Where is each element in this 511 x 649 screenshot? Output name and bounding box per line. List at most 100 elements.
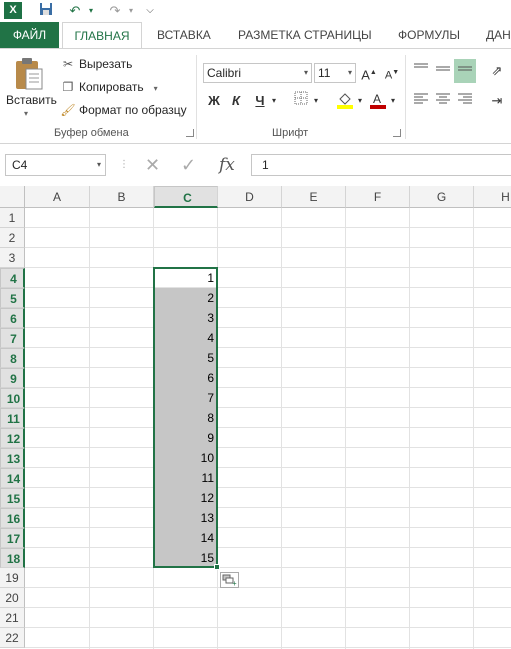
tab-home[interactable]: ГЛАВНАЯ — [62, 22, 142, 49]
autofill-options-icon[interactable]: + — [220, 572, 239, 588]
row-header-9[interactable]: 9 — [0, 368, 25, 388]
cell-c8[interactable]: 5 — [155, 348, 217, 368]
row-header-11[interactable]: 11 — [0, 408, 25, 428]
select-all-corner[interactable] — [0, 186, 25, 208]
cell-c9[interactable]: 6 — [155, 368, 217, 388]
cell-c6[interactable]: 3 — [155, 308, 217, 328]
shrink-font-button[interactable]: A▼ — [383, 63, 401, 83]
font-size-select[interactable]: 11 ▾ — [314, 63, 356, 83]
fill-color-dropdown-icon[interactable]: ▾ — [356, 91, 364, 111]
row-header-10[interactable]: 10 — [0, 388, 25, 408]
tab-formulas[interactable]: ФОРМУЛЫ — [398, 22, 460, 48]
cell-c4[interactable]: 1 — [155, 268, 217, 288]
paste-icon[interactable] — [14, 57, 44, 93]
column-header-c[interactable]: C — [154, 186, 218, 208]
column-header-b[interactable]: B — [90, 186, 154, 208]
insert-function-button[interactable]: fx — [219, 154, 235, 176]
save-icon[interactable] — [38, 2, 54, 20]
enter-icon[interactable]: ✓ — [181, 154, 196, 176]
redo-icon[interactable]: ↷ — [106, 2, 124, 20]
row-header-15[interactable]: 15 — [0, 488, 25, 508]
fill-handle[interactable] — [214, 564, 220, 570]
orientation-icon[interactable]: ⇗ — [488, 61, 506, 81]
cut-button[interactable]: ✂ Вырезать — [60, 54, 132, 74]
tab-insert[interactable]: ВСТАВКА — [157, 22, 211, 48]
paste-dropdown-icon[interactable]: ▾ — [24, 109, 28, 118]
column-header-f[interactable]: F — [346, 186, 410, 208]
row-header-19[interactable]: 19 — [0, 568, 25, 588]
format-painter-button[interactable]: 🖌 Формат по образцу — [60, 100, 186, 120]
row-header-12[interactable]: 12 — [0, 428, 25, 448]
gridline — [25, 287, 511, 288]
row-header-22[interactable]: 22 — [0, 628, 25, 648]
redo-dropdown-icon[interactable]: ▾ — [126, 2, 136, 20]
underline-dropdown-icon[interactable]: ▾ — [270, 91, 278, 111]
cell-c14[interactable]: 11 — [155, 468, 217, 488]
undo-dropdown-icon[interactable]: ▾ — [86, 2, 96, 20]
column-header-d[interactable]: D — [218, 186, 282, 208]
clipboard-dialog-launcher-icon[interactable] — [186, 129, 194, 137]
bold-button[interactable]: Ж — [206, 91, 222, 111]
row-header-6[interactable]: 6 — [0, 308, 25, 328]
column-header-a[interactable]: A — [25, 186, 90, 208]
customize-toolbar-icon[interactable]: ⌵ — [144, 2, 156, 20]
row-header-7[interactable]: 7 — [0, 328, 25, 348]
cell-c7[interactable]: 4 — [155, 328, 217, 348]
row-header-14[interactable]: 14 — [0, 468, 25, 488]
cell-c18[interactable]: 15 — [155, 548, 217, 568]
cell-c15[interactable]: 12 — [155, 488, 217, 508]
row-header-18[interactable]: 18 — [0, 548, 25, 568]
cell-c12[interactable]: 9 — [155, 428, 217, 448]
copy-button[interactable]: ❐ Копировать ▾ — [60, 77, 158, 97]
tab-page-layout[interactable]: РАЗМЕТКА СТРАНИЦЫ — [238, 22, 372, 48]
font-color-dropdown-icon[interactable]: ▾ — [389, 91, 397, 111]
row-header-5[interactable]: 5 — [0, 288, 25, 308]
name-box[interactable]: C4 ▾ — [5, 154, 106, 176]
align-bottom-icon[interactable] — [454, 59, 476, 83]
row-header-8[interactable]: 8 — [0, 348, 25, 368]
gridline — [25, 267, 511, 268]
column-header-g[interactable]: G — [410, 186, 474, 208]
row-header-4[interactable]: 4 — [0, 268, 25, 288]
align-top-icon[interactable] — [412, 61, 430, 81]
align-right-icon[interactable] — [456, 91, 474, 111]
align-left-icon[interactable] — [412, 91, 430, 111]
italic-button[interactable]: К — [228, 91, 244, 111]
font-color-icon[interactable]: A — [369, 91, 387, 111]
cell-c10[interactable]: 7 — [155, 388, 217, 408]
cell-c13[interactable]: 10 — [155, 448, 217, 468]
tab-data[interactable]: ДАН — [486, 22, 511, 48]
paste-button[interactable]: Вставить — [6, 93, 57, 107]
row-header-16[interactable]: 16 — [0, 508, 25, 528]
row-header-17[interactable]: 17 — [0, 528, 25, 548]
column-header-e[interactable]: E — [282, 186, 346, 208]
gridline — [473, 208, 474, 649]
cell-c16[interactable]: 13 — [155, 508, 217, 528]
underline-button[interactable]: Ч — [252, 91, 268, 111]
cell-c5[interactable]: 2 — [155, 288, 217, 308]
borders-icon[interactable] — [292, 91, 310, 111]
row-header-1[interactable]: 1 — [0, 208, 25, 228]
row-header-2[interactable]: 2 — [0, 228, 25, 248]
cell-c11[interactable]: 8 — [155, 408, 217, 428]
align-center-icon[interactable] — [434, 91, 452, 111]
column-header-h[interactable]: H — [474, 186, 511, 208]
row-header-13[interactable]: 13 — [0, 448, 25, 468]
grow-font-button[interactable]: A▲ — [360, 63, 378, 83]
row-header-21[interactable]: 21 — [0, 608, 25, 628]
copy-dropdown-icon[interactable]: ▾ — [154, 84, 158, 93]
row-header-20[interactable]: 20 — [0, 588, 25, 608]
cell-c17[interactable]: 14 — [155, 528, 217, 548]
font-name-select[interactable]: Calibri ▾ — [203, 63, 312, 83]
cancel-icon[interactable]: ✕ — [145, 154, 160, 176]
fill-color-icon[interactable] — [336, 91, 354, 111]
font-dialog-launcher-icon[interactable] — [393, 129, 401, 137]
row-header-3[interactable]: 3 — [0, 248, 25, 268]
indent-icon[interactable]: ⇥ — [488, 91, 506, 111]
tab-file[interactable]: ФАЙЛ — [0, 22, 59, 48]
align-middle-icon[interactable] — [434, 61, 452, 81]
formula-input[interactable]: 1 — [251, 154, 511, 176]
formula-bar-grip-icon[interactable]: ⋮ — [119, 158, 129, 172]
borders-dropdown-icon[interactable]: ▾ — [312, 91, 320, 111]
undo-icon[interactable]: ↶ — [66, 2, 84, 20]
